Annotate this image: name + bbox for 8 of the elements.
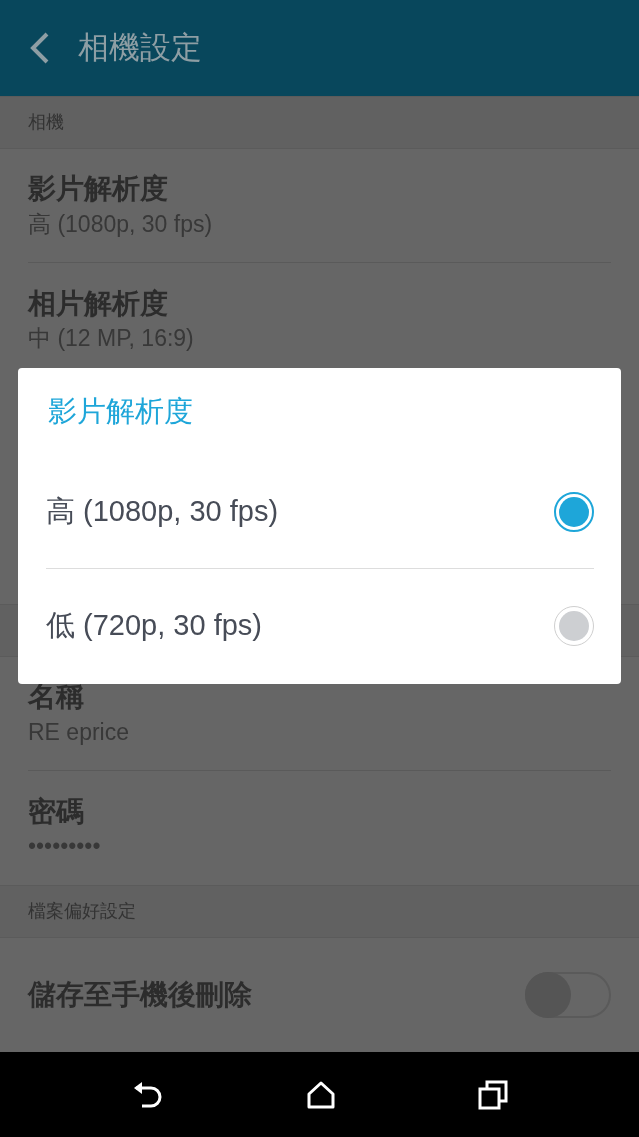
recent-apps-icon[interactable] (477, 1079, 508, 1110)
dialog-title: 影片解析度 (47, 393, 194, 429)
settings-item[interactable]: 密碼 ••••••••• (28, 771, 611, 885)
home-icon[interactable] (306, 1080, 335, 1109)
settings-item[interactable]: 儲存至手機後刪除 (28, 938, 611, 1052)
radio-icon (554, 491, 594, 532)
radio-option[interactable]: 高 (1080p, 30 fps) (46, 455, 594, 569)
screen-title: 相機設定 (78, 28, 202, 67)
